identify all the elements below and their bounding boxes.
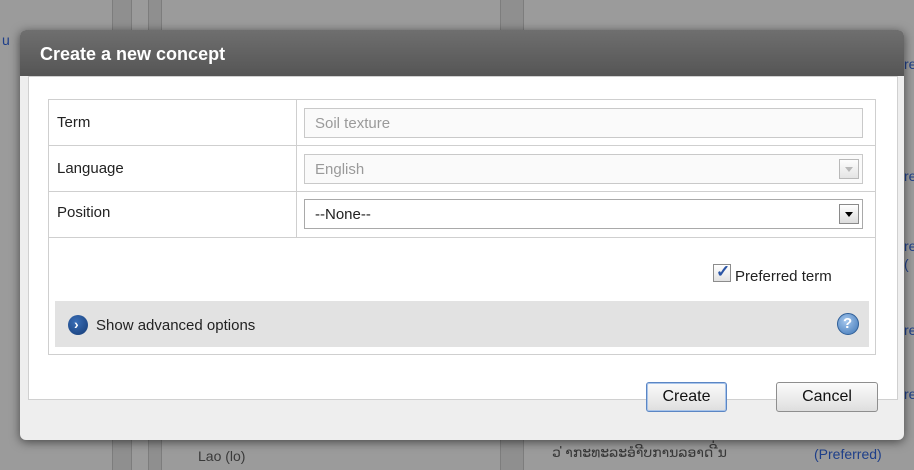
background-snippet: re xyxy=(904,386,914,402)
language-select[interactable]: English xyxy=(304,154,863,184)
background-status: (Preferred) xyxy=(814,446,882,462)
term-label-cell: Term xyxy=(49,100,297,145)
position-value: --None-- xyxy=(315,206,371,223)
chevron-down-icon xyxy=(845,212,853,217)
background-term: ວ ່າກະທະລະອຳີບການລອາດ ີ່ນ xyxy=(552,444,727,460)
language-dropdown-button[interactable] xyxy=(839,159,859,179)
background-snippet: re xyxy=(904,168,914,184)
preferred-term-option: ✓ Preferred term xyxy=(713,262,865,285)
create-concept-dialog: Create a new concept Term Soil texture L… xyxy=(20,30,904,440)
help-icon[interactable]: ? xyxy=(837,313,859,335)
term-placeholder: Soil texture xyxy=(315,115,391,132)
dialog-body: Term Soil texture Language English Posit… xyxy=(28,76,898,400)
language-label-cell: Language xyxy=(49,146,297,191)
dialog-title: Create a new concept xyxy=(40,44,226,64)
background-language: Lao (lo) xyxy=(198,448,246,464)
preferred-term-checkbox[interactable]: ✓ xyxy=(713,262,731,282)
position-label-cell: Position xyxy=(49,192,297,237)
position-select[interactable]: --None-- xyxy=(304,199,863,229)
term-label: Term xyxy=(57,114,91,131)
position-row: Position --None-- xyxy=(49,192,875,238)
preferred-term-label[interactable]: Preferred term xyxy=(735,268,832,285)
dialog-titlebar[interactable]: Create a new concept xyxy=(20,30,904,76)
cancel-button[interactable]: Cancel xyxy=(776,382,878,412)
language-value: English xyxy=(315,161,365,178)
term-input[interactable]: Soil texture xyxy=(304,108,863,138)
position-label: Position xyxy=(57,204,111,221)
background-snippet: re xyxy=(904,238,914,254)
background-snippet: ( xyxy=(904,256,909,272)
term-row: Term Soil texture xyxy=(49,100,875,146)
language-label: Language xyxy=(57,160,124,177)
language-row: Language English xyxy=(49,146,875,192)
background-snippet: re xyxy=(904,56,914,72)
advanced-options-toggle[interactable]: › Show advanced options ? xyxy=(55,301,869,347)
check-icon: ✓ xyxy=(716,262,731,281)
background-snippet: u xyxy=(2,32,10,48)
chevron-right-icon[interactable]: › xyxy=(68,315,88,335)
advanced-options-label[interactable]: Show advanced options xyxy=(96,317,255,334)
position-dropdown-button[interactable] xyxy=(839,204,859,224)
background-snippet: re xyxy=(904,322,914,338)
concept-form: Term Soil texture Language English Posit… xyxy=(48,99,876,355)
create-button[interactable]: Create xyxy=(646,382,727,412)
chevron-down-icon xyxy=(845,167,853,172)
